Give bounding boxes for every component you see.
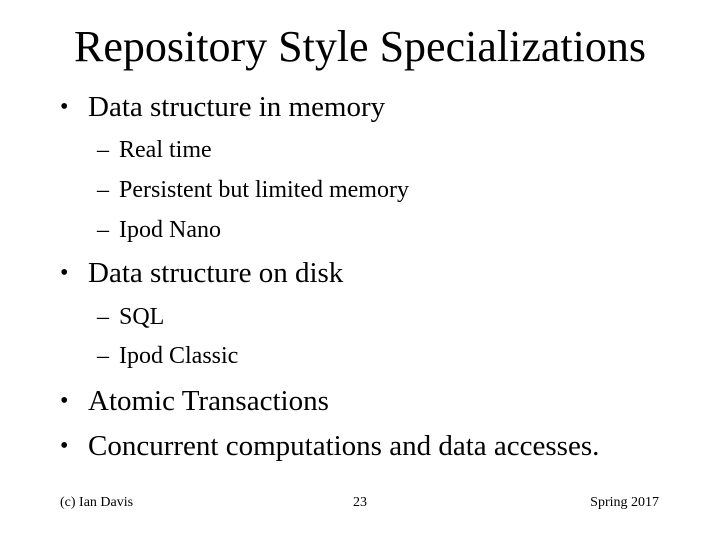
sub-bullet-text: Persistent but limited memory [119,177,409,203]
sub-bullet-text: Ipod Nano [119,217,221,243]
sub-bullet-item: – Real time [97,135,212,165]
dash-icon: – [97,217,109,243]
bullet-icon: • [60,94,69,120]
bullet-text: Concurrent computations and data accesse… [88,430,600,462]
bullet-item: • Data structure in memory [60,90,385,124]
slide: Repository Style Specializations • Data s… [0,0,720,540]
dash-icon: – [97,137,109,163]
bullet-text: Data structure in memory [88,91,386,123]
footer-date: Spring 2017 [590,495,659,510]
sub-bullet-item: – Ipod Nano [97,215,221,245]
dash-icon: – [97,177,109,203]
bullet-item: • Atomic Transactions [60,384,329,418]
sub-bullet-item: – Persistent but limited memory [97,175,409,205]
sub-bullet-item: – SQL [97,302,164,332]
bullet-icon: • [60,388,69,414]
bullet-icon: • [60,260,69,286]
bullet-text: Data structure on disk [88,257,344,289]
bullet-item: • Concurrent computations and data access… [60,429,599,463]
sub-bullet-text: SQL [119,304,165,330]
dash-icon: – [97,304,109,330]
bullet-icon: • [60,433,69,459]
sub-bullet-item: – Ipod Classic [97,341,238,371]
bullet-item: • Data structure on disk [60,256,343,290]
sub-bullet-text: Ipod Classic [119,343,239,369]
sub-bullet-text: Real time [119,137,212,163]
bullet-text: Atomic Transactions [88,385,329,417]
dash-icon: – [97,343,109,369]
slide-title: Repository Style Specializations [74,22,646,71]
